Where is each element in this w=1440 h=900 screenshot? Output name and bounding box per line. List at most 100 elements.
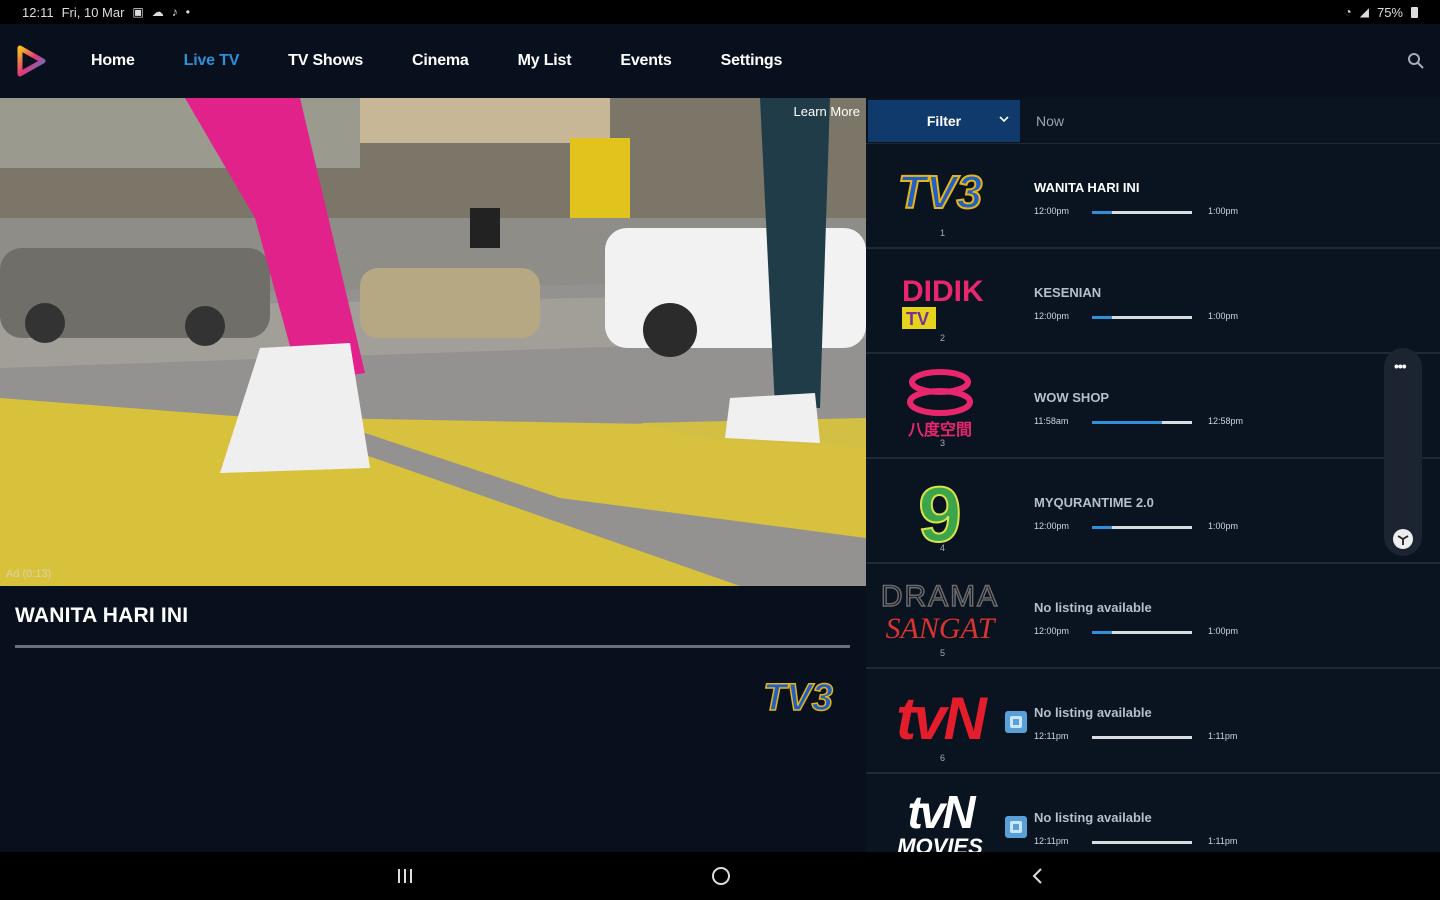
channel-row[interactable]: tvN MOVIES 7 No listing available 12:11p…: [866, 774, 1440, 852]
channel-logo-didik-tv: DIDIK TV: [902, 275, 984, 329]
chevron-down-icon: [999, 115, 1009, 122]
program-divider: [15, 645, 850, 648]
system-navigation-bar: [0, 852, 1440, 900]
program-name: MYQURANTIME 2.0: [1034, 495, 1154, 510]
nav-my-list[interactable]: My List: [518, 52, 572, 70]
nav-settings[interactable]: Settings: [721, 52, 783, 70]
filter-dropdown[interactable]: Filter: [868, 99, 1020, 142]
program-name: KESENIAN: [1034, 285, 1102, 300]
progress-bar: [1092, 841, 1192, 844]
filter-row: Filter Now: [866, 98, 1440, 144]
battery-icon: [1411, 6, 1418, 18]
program-title: WANITA HARI INI: [15, 604, 189, 627]
svg-text:DRAMA: DRAMA: [881, 580, 999, 613]
channel-logo-tvn-movies: tvN MOVIES: [897, 788, 983, 852]
program-name: No listing available: [1034, 810, 1152, 825]
channel-number: 6: [940, 753, 946, 763]
svg-text:tvN: tvN: [907, 788, 976, 838]
floating-toolbar[interactable]: •••: [1384, 348, 1422, 556]
svg-text:TV: TV: [906, 309, 929, 329]
start-time: 12:11pm: [1034, 836, 1069, 846]
channel-logo-tvn: tvN: [896, 685, 991, 752]
channel-guide: Filter Now TV3 1 WANITA HARI INI 12:00pm…: [866, 98, 1440, 852]
start-time: 11:58am: [1034, 416, 1069, 426]
channel-logo-8tv: 八度空間: [907, 369, 973, 439]
battery-percent: 75%: [1376, 4, 1403, 20]
channel-number: 2: [940, 333, 946, 343]
tiktok-icon: ♪: [171, 5, 178, 19]
program-name: No listing available: [1034, 600, 1152, 615]
progress-bar: [1092, 316, 1192, 319]
channel-logo-tv3: TV3: [762, 676, 833, 718]
progress-bar: [1092, 526, 1192, 529]
channel-logo-tv9: 9: [917, 473, 962, 545]
svg-text:9: 9: [918, 473, 961, 545]
start-time: 12:11pm: [1034, 731, 1069, 741]
channel-row[interactable]: 八度空間 3 WOW SHOP 11:58am 12:58pm: [866, 354, 1440, 459]
cloud-icon: ☁: [151, 5, 164, 19]
end-time: 1:00pm: [1208, 311, 1239, 321]
screenshot-tool-icon[interactable]: [1392, 528, 1414, 550]
end-time: 12:58pm: [1208, 416, 1244, 426]
top-navigation: Home Live TV TV Shows Cinema My List Eve…: [0, 24, 1440, 98]
video-frame: [0, 98, 866, 586]
wifi-icon: ◔: [1344, 5, 1352, 19]
learn-more-link[interactable]: Learn More: [794, 104, 860, 119]
program-name: WANITA HARI INI: [1034, 180, 1140, 195]
app-logo[interactable]: [15, 45, 47, 77]
program-name: No listing available: [1034, 705, 1152, 720]
nav-events[interactable]: Events: [620, 52, 671, 70]
end-time: 1:00pm: [1208, 206, 1239, 216]
more-icon[interactable]: •••: [1394, 358, 1407, 374]
end-time: 1:00pm: [1208, 521, 1239, 531]
signal-icon: ◢: [1359, 5, 1369, 19]
progress-bar: [1092, 736, 1192, 739]
channel-row[interactable]: DIDIK TV 2 KESENIAN 12:00pm 1:00pm: [866, 249, 1440, 354]
premium-badge-icon: [1005, 816, 1027, 838]
nav-cinema[interactable]: Cinema: [412, 52, 469, 70]
start-time: 12:00pm: [1034, 521, 1070, 531]
progress-bar: [1092, 631, 1192, 634]
channel-row[interactable]: tvN 6 No listing available 12:11pm 1:11p…: [866, 669, 1440, 774]
video-player[interactable]: Learn More Ad (0:13): [0, 98, 866, 586]
channel-number: 5: [940, 648, 946, 658]
channel-row[interactable]: DRAMA SANGAT 5 No listing available 12:0…: [866, 564, 1440, 669]
svg-text:八度空間: 八度空間: [907, 420, 972, 439]
nav-live-tv[interactable]: Live TV: [184, 52, 240, 70]
ad-timer: Ad (0:13): [6, 568, 52, 580]
channel-number: 4: [940, 543, 946, 553]
nav-tv-shows[interactable]: TV Shows: [288, 52, 363, 70]
status-bar: 12:11 Fri, 10 Mar ▣ ☁ ♪ • ◔ ◢ 75%: [0, 0, 1440, 24]
end-time: 1:00pm: [1208, 626, 1239, 636]
gallery-icon: ▣: [132, 5, 144, 19]
end-time: 1:11pm: [1208, 731, 1238, 741]
start-time: 12:00pm: [1034, 626, 1070, 636]
now-label: Now: [1036, 112, 1065, 129]
svg-text:tvN: tvN: [896, 685, 988, 752]
end-time: 1:11pm: [1208, 836, 1238, 846]
svg-text:TV3: TV3: [898, 166, 983, 218]
start-time: 12:00pm: [1034, 311, 1070, 321]
channel-row[interactable]: 9 4 MYQURANTIME 2.0 12:00pm 1:00pm: [866, 459, 1440, 564]
home-icon[interactable]: [711, 866, 731, 886]
svg-text:TV3: TV3: [763, 677, 833, 718]
search-icon[interactable]: [1406, 51, 1426, 71]
filter-label: Filter: [926, 112, 962, 129]
start-time: 12:00pm: [1034, 206, 1070, 216]
progress-bar: [1092, 421, 1192, 424]
premium-badge-icon: [1005, 711, 1027, 733]
recents-icon[interactable]: [395, 866, 415, 886]
status-date: Fri, 10 Mar: [61, 4, 125, 20]
nav-home[interactable]: Home: [91, 52, 135, 70]
dot-icon: •: [185, 5, 190, 19]
channel-number: 1: [940, 228, 946, 238]
svg-text:MOVIES: MOVIES: [897, 834, 983, 852]
channel-number: 3: [940, 438, 946, 448]
program-name: WOW SHOP: [1034, 390, 1110, 405]
channel-row[interactable]: TV3 1 WANITA HARI INI 12:00pm 1:00pm: [866, 144, 1440, 249]
back-icon[interactable]: [1028, 866, 1048, 886]
channel-logo-drama-sangat: DRAMA SANGAT: [880, 579, 999, 645]
channel-logo-tv3: TV3: [897, 165, 984, 219]
progress-bar: [1092, 211, 1192, 214]
status-time: 12:11: [22, 4, 54, 20]
